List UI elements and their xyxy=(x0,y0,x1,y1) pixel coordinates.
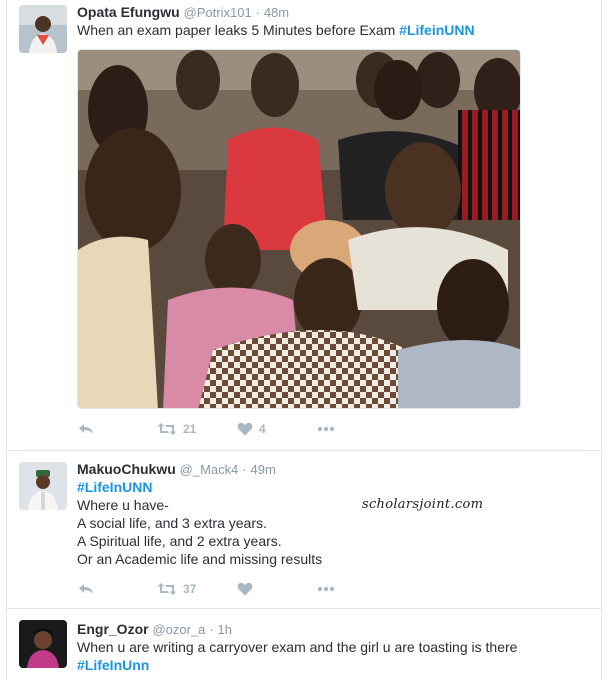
more-button[interactable] xyxy=(317,426,335,432)
tweet-header: Engr_Ozor @ozor_a · 1h xyxy=(77,620,589,638)
fullname[interactable]: MakuoChukwu xyxy=(77,461,176,477)
username[interactable]: @ozor_a xyxy=(152,622,205,637)
tweet-actions: 21 4 xyxy=(77,419,335,439)
like-button[interactable]: 4 xyxy=(237,422,317,436)
tweet-text: When an exam paper leaks 5 Minutes befor… xyxy=(77,21,589,39)
reply-button[interactable] xyxy=(77,421,157,437)
tweet-text-body: When an exam paper leaks 5 Minutes befor… xyxy=(77,22,400,38)
tweet-content: Opata Efungwu @Potrix101 · 48m When an e… xyxy=(77,3,589,39)
hashtag-link[interactable]: #LifeInUnn xyxy=(77,656,589,674)
separator: · xyxy=(255,5,260,20)
retweet-count: 37 xyxy=(183,582,197,596)
retweet-icon xyxy=(157,422,177,436)
separator: · xyxy=(242,462,247,477)
tweet-content: Engr_Ozor @ozor_a · 1h When u are writin… xyxy=(77,620,589,674)
avatar[interactable] xyxy=(19,462,67,510)
tweet-content: MakuoChukwu @_Mack4 · 49m #LifeInUNN Whe… xyxy=(77,460,589,568)
fullname[interactable]: Engr_Ozor xyxy=(77,621,149,637)
retweet-icon xyxy=(157,582,177,596)
tweet-photo[interactable] xyxy=(77,49,521,409)
tweet-line: A social life, and 3 extra years. xyxy=(77,515,267,531)
tweet-header: Opata Efungwu @Potrix101 · 48m xyxy=(77,3,589,21)
tweet-line: Where u have- xyxy=(77,497,169,513)
watermark: scholarsjoint.com xyxy=(362,497,484,512)
more-icon xyxy=(317,426,335,432)
tweet[interactable]: MakuoChukwu @_Mack4 · 49m #LifeInUNN Whe… xyxy=(7,451,601,609)
tweet-line: A Spiritual life, and 2 extra years. xyxy=(77,533,282,549)
reply-icon xyxy=(77,581,95,597)
like-count: 4 xyxy=(259,422,266,436)
heart-icon xyxy=(237,582,253,596)
tweet[interactable]: Engr_Ozor @ozor_a · 1h When u are writin… xyxy=(7,609,601,680)
username[interactable]: @Potrix101 xyxy=(184,5,252,20)
retweet-count: 21 xyxy=(183,422,197,436)
tweet-text: When u are writing a carryover exam and … xyxy=(77,638,589,674)
more-button[interactable] xyxy=(317,586,335,592)
avatar[interactable] xyxy=(19,5,67,53)
reply-icon xyxy=(77,421,95,437)
heart-icon xyxy=(237,422,253,436)
timestamp[interactable]: 49m xyxy=(251,462,276,477)
timestamp[interactable]: 1h xyxy=(218,622,232,637)
tweet-header: MakuoChukwu @_Mack4 · 49m xyxy=(77,460,589,478)
retweet-button[interactable]: 21 xyxy=(157,422,237,436)
tweet[interactable]: Opata Efungwu @Potrix101 · 48m When an e… xyxy=(7,0,601,451)
fullname[interactable]: Opata Efungwu xyxy=(77,4,180,20)
timeline: Opata Efungwu @Potrix101 · 48m When an e… xyxy=(6,0,602,680)
more-icon xyxy=(317,586,335,592)
hashtag-link[interactable]: #LifeInUNN xyxy=(77,478,589,496)
tweet-actions: 37 xyxy=(77,579,335,599)
tweet-text-body: When u are writing a carryover exam and … xyxy=(77,639,518,655)
like-button[interactable] xyxy=(237,582,317,596)
avatar[interactable] xyxy=(19,620,67,668)
tweet-text: #LifeInUNN Where u have- A social life, … xyxy=(77,478,589,568)
reply-button[interactable] xyxy=(77,581,157,597)
tweet-line: Or an Academic life and missing results xyxy=(77,551,323,567)
username[interactable]: @_Mack4 xyxy=(180,462,239,477)
retweet-button[interactable]: 37 xyxy=(157,582,237,596)
timestamp[interactable]: 48m xyxy=(264,5,289,20)
separator: · xyxy=(209,622,214,637)
hashtag-link[interactable]: #LifeinUNN xyxy=(399,22,474,38)
